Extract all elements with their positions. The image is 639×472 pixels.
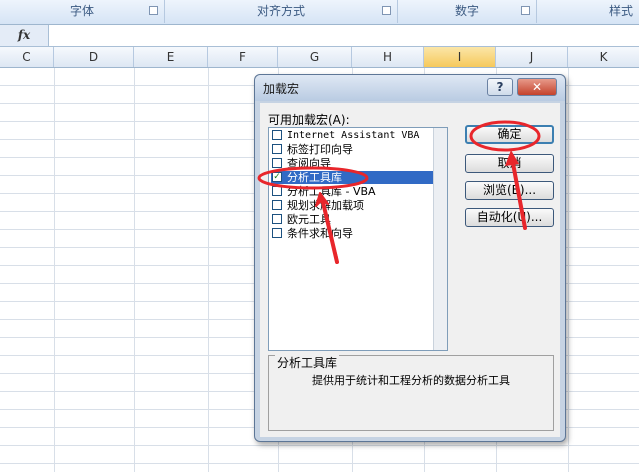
- ribbon-group-font: 字体: [0, 0, 165, 23]
- checkbox[interactable]: [272, 186, 282, 196]
- column-header-e[interactable]: E: [134, 47, 208, 67]
- dialog-launcher-icon[interactable]: [521, 6, 530, 15]
- list-item[interactable]: 标签打印向导: [271, 143, 435, 156]
- dialog-titlebar[interactable]: 加载宏 ? ✕: [255, 75, 565, 101]
- list-item-label: 分析工具库 - VBA: [287, 185, 376, 198]
- checkbox[interactable]: [272, 158, 282, 168]
- grid-line: [208, 68, 209, 472]
- ribbon-group-alignment: 对齐方式: [165, 0, 398, 23]
- column-header-k[interactable]: K: [568, 47, 639, 67]
- checkbox-checked[interactable]: ✓: [272, 172, 282, 182]
- ribbon-group-styles-label: 样式: [608, 4, 633, 18]
- grid-line: [54, 68, 55, 472]
- column-header-j[interactable]: J: [496, 47, 568, 67]
- checkbox[interactable]: [272, 214, 282, 224]
- column-headers: C D E F G H I J K: [0, 47, 639, 68]
- list-item-label: 查阅向导: [287, 157, 331, 170]
- checkbox[interactable]: [272, 130, 282, 140]
- ribbon-group-strip: 字体 对齐方式 数字 样式: [0, 0, 639, 25]
- help-button[interactable]: ?: [487, 78, 513, 96]
- close-button[interactable]: ✕: [517, 78, 557, 96]
- checkbox[interactable]: [272, 200, 282, 210]
- ribbon-group-number-label: 数字: [454, 4, 479, 18]
- add-ins-dialog: 加载宏 ? ✕ 可用加载宏(A): Internet Assistant VBA…: [254, 74, 566, 442]
- dialog-launcher-icon[interactable]: [149, 6, 158, 15]
- available-add-ins-label: 可用加载宏(A):: [268, 113, 350, 127]
- list-item-label: 规划求解加载项: [287, 199, 364, 212]
- column-header-h[interactable]: H: [352, 47, 424, 67]
- list-item[interactable]: Internet Assistant VBA: [271, 129, 435, 142]
- add-ins-listbox[interactable]: Internet Assistant VBA 标签打印向导 查阅向导 ✓ 分析工…: [268, 127, 448, 351]
- checkbox[interactable]: [272, 144, 282, 154]
- browse-button[interactable]: 浏览(B)...: [465, 181, 554, 200]
- column-header-i[interactable]: I: [424, 47, 496, 67]
- ribbon-group-alignment-label: 对齐方式: [256, 4, 305, 18]
- list-item[interactable]: 欧元工具: [271, 213, 435, 226]
- description-text: 提供用于统计和工程分析的数据分析工具: [312, 374, 510, 387]
- cancel-button[interactable]: 取消: [465, 154, 554, 173]
- column-header-g[interactable]: G: [278, 47, 352, 67]
- insert-function-icon[interactable]: fx: [0, 25, 49, 46]
- description-title: 分析工具库: [275, 354, 340, 371]
- listbox-scrollbar[interactable]: [433, 128, 447, 350]
- ribbon-group-number: 数字: [398, 0, 537, 23]
- description-group: 分析工具库 提供用于统计和工程分析的数据分析工具: [268, 354, 554, 431]
- column-header-f[interactable]: F: [208, 47, 278, 67]
- grid-line: [134, 68, 135, 472]
- column-header-c[interactable]: C: [0, 47, 54, 67]
- list-item[interactable]: 查阅向导: [271, 157, 435, 170]
- ribbon-group-font-label: 字体: [69, 4, 94, 18]
- list-item-label: 分析工具库: [287, 171, 342, 184]
- list-item[interactable]: 规划求解加载项: [271, 199, 435, 212]
- list-item-label: Internet Assistant VBA: [287, 130, 420, 141]
- list-item-label: 欧元工具: [287, 213, 331, 226]
- list-item[interactable]: 条件求和向导: [271, 227, 435, 240]
- checkbox[interactable]: [272, 228, 282, 238]
- formula-bar: fx: [0, 25, 639, 47]
- dialog-title: 加载宏: [263, 82, 300, 96]
- dialog-launcher-icon[interactable]: [382, 6, 391, 15]
- ribbon-group-styles: 样式: [537, 0, 639, 23]
- list-item-selected[interactable]: ✓ 分析工具库: [271, 171, 435, 184]
- list-item[interactable]: 分析工具库 - VBA: [271, 185, 435, 198]
- column-header-d[interactable]: D: [54, 47, 134, 67]
- list-item-label: 标签打印向导: [287, 143, 353, 156]
- automation-button[interactable]: 自动化(U)...: [465, 208, 554, 227]
- list-item-label: 条件求和向导: [287, 227, 353, 240]
- formula-input[interactable]: [49, 25, 639, 46]
- grid-line: [568, 68, 569, 472]
- dialog-body: 可用加载宏(A): Internet Assistant VBA 标签打印向导 …: [260, 103, 560, 437]
- ok-button[interactable]: 确定: [465, 125, 554, 144]
